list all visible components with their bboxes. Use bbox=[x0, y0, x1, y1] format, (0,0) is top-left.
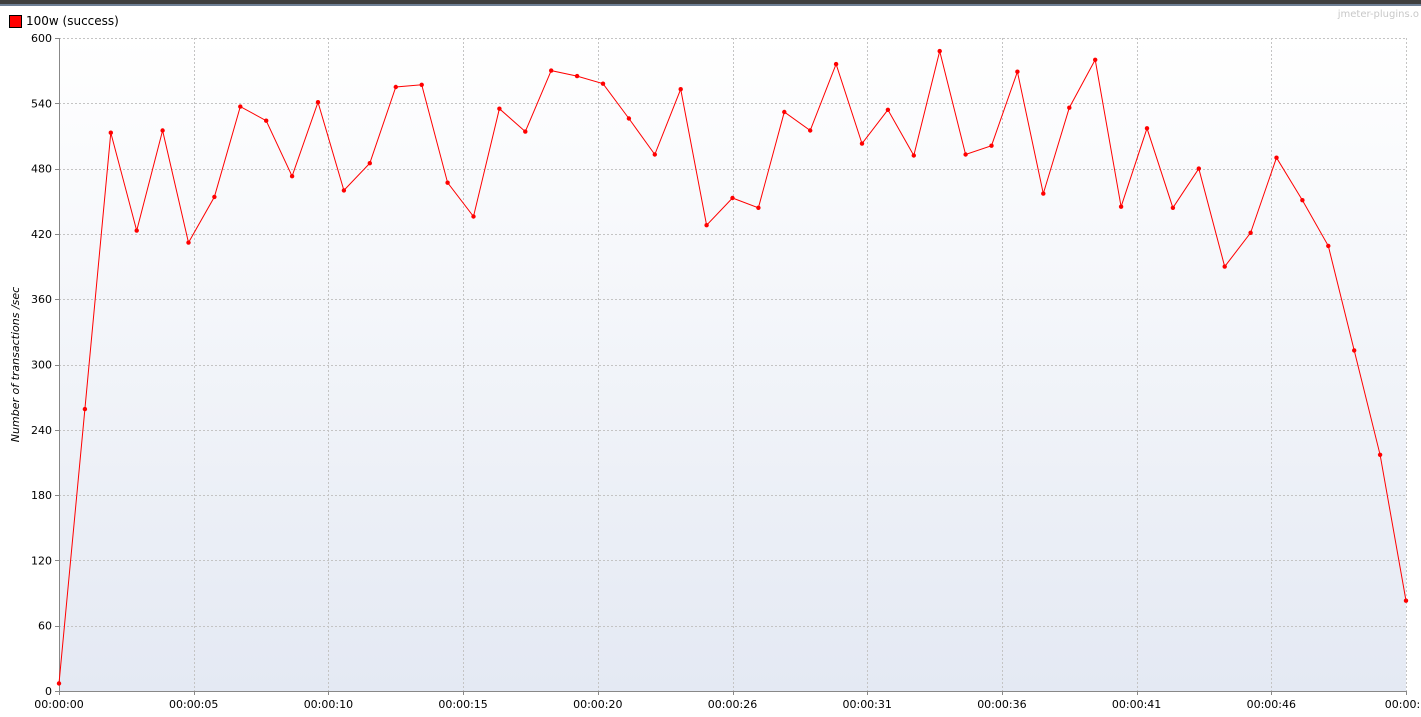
y-tick-label: 480 bbox=[31, 163, 52, 176]
y-tick-label: 360 bbox=[31, 293, 52, 306]
chart-window: 0 60 120 180 240 300 360 420 480 540 600 00:00:00 0… bbox=[0, 0, 1421, 717]
y-tick-label: 300 bbox=[31, 359, 52, 372]
data-point bbox=[212, 194, 217, 200]
data-point bbox=[859, 141, 865, 146]
data-point bbox=[1403, 598, 1409, 603]
data-point bbox=[652, 152, 657, 157]
x-tick-label: 00:00:31 bbox=[842, 698, 891, 711]
data-point bbox=[186, 240, 191, 245]
y-tick-label: 240 bbox=[31, 424, 52, 437]
watermark-text: jmeter-plugins.o bbox=[1337, 9, 1419, 20]
y-tick-label: 120 bbox=[31, 554, 52, 567]
data-point bbox=[315, 100, 321, 105]
data-point bbox=[419, 82, 424, 88]
data-point bbox=[134, 228, 139, 233]
y-tick-label: 180 bbox=[31, 489, 52, 502]
data-point bbox=[1041, 191, 1046, 196]
data-point bbox=[264, 118, 269, 123]
data-point bbox=[678, 87, 683, 92]
y-tick-label: 600 bbox=[31, 32, 52, 45]
data-point bbox=[1274, 155, 1279, 160]
data-point bbox=[445, 180, 450, 185]
x-tick-label: 00:00:36 bbox=[977, 698, 1026, 711]
x-tick-label: 00:00:20 bbox=[573, 698, 622, 711]
data-point bbox=[1377, 452, 1383, 457]
data-point bbox=[833, 61, 839, 67]
x-tick-label: 00:00:41 bbox=[1112, 698, 1161, 711]
data-point bbox=[911, 153, 916, 158]
y-axis-ticks: 0 60 120 180 240 300 360 420 480 540 600 bbox=[31, 32, 59, 698]
data-point bbox=[1196, 166, 1202, 171]
x-tick-label: 00:00:46 bbox=[1247, 698, 1296, 711]
data-point bbox=[1093, 57, 1098, 62]
data-point bbox=[549, 68, 554, 73]
data-point bbox=[289, 174, 295, 179]
x-tick-label: 00:00:00 bbox=[34, 698, 83, 711]
data-point bbox=[108, 130, 114, 135]
data-point bbox=[497, 106, 502, 111]
data-point bbox=[626, 116, 632, 121]
data-point bbox=[937, 48, 942, 54]
legend-swatch bbox=[9, 14, 22, 28]
data-point bbox=[1170, 205, 1176, 210]
data-point bbox=[523, 129, 528, 134]
data-point bbox=[756, 205, 761, 210]
x-tick-label: 00:00:26 bbox=[708, 698, 757, 711]
data-point bbox=[600, 81, 606, 86]
x-tick-label: 00:00:10 bbox=[304, 698, 353, 711]
data-point bbox=[1222, 264, 1227, 269]
data-point bbox=[160, 128, 165, 133]
y-tick-label: 60 bbox=[38, 620, 52, 633]
legend: 100w (success) bbox=[9, 13, 119, 29]
data-point bbox=[782, 109, 787, 115]
x-tick-label: 00:00:5 bbox=[1385, 698, 1421, 711]
x-tick-label: 00:00:05 bbox=[169, 698, 218, 711]
data-point bbox=[1300, 198, 1305, 203]
data-point bbox=[238, 104, 243, 109]
y-axis-label: Number of transactions /sec bbox=[9, 287, 22, 442]
data-point bbox=[963, 152, 968, 157]
data-point bbox=[885, 107, 891, 113]
data-point bbox=[1067, 105, 1072, 110]
data-point bbox=[341, 188, 347, 193]
data-point bbox=[1352, 348, 1357, 353]
y-tick-label: 0 bbox=[45, 685, 52, 698]
legend-label: 100w (success) bbox=[26, 14, 119, 28]
line-chart: 060120180240300360420480540600 00:00:00 0… bbox=[9, 32, 1421, 711]
x-tick-label: 00:00:15 bbox=[438, 698, 487, 711]
data-point bbox=[730, 195, 735, 201]
data-point bbox=[1144, 126, 1150, 131]
data-point bbox=[56, 681, 62, 686]
plot-area bbox=[59, 38, 1406, 691]
data-point bbox=[1248, 230, 1253, 235]
y-tick-label: 420 bbox=[31, 228, 52, 241]
data-point bbox=[1326, 243, 1331, 249]
data-point bbox=[1015, 69, 1020, 74]
data-point bbox=[471, 214, 476, 219]
data-point bbox=[82, 406, 88, 412]
x-axis-ticks: 00:00:00 00:00:05 00:00:10 00:00:15 00:00:20… bbox=[34, 691, 1421, 711]
data-point bbox=[989, 143, 994, 148]
data-point bbox=[574, 73, 580, 79]
data-point bbox=[704, 223, 709, 228]
data-point bbox=[393, 84, 398, 90]
data-point bbox=[1118, 204, 1124, 209]
data-point bbox=[808, 128, 813, 133]
y-tick-label: 540 bbox=[31, 97, 52, 110]
data-point bbox=[367, 161, 372, 166]
